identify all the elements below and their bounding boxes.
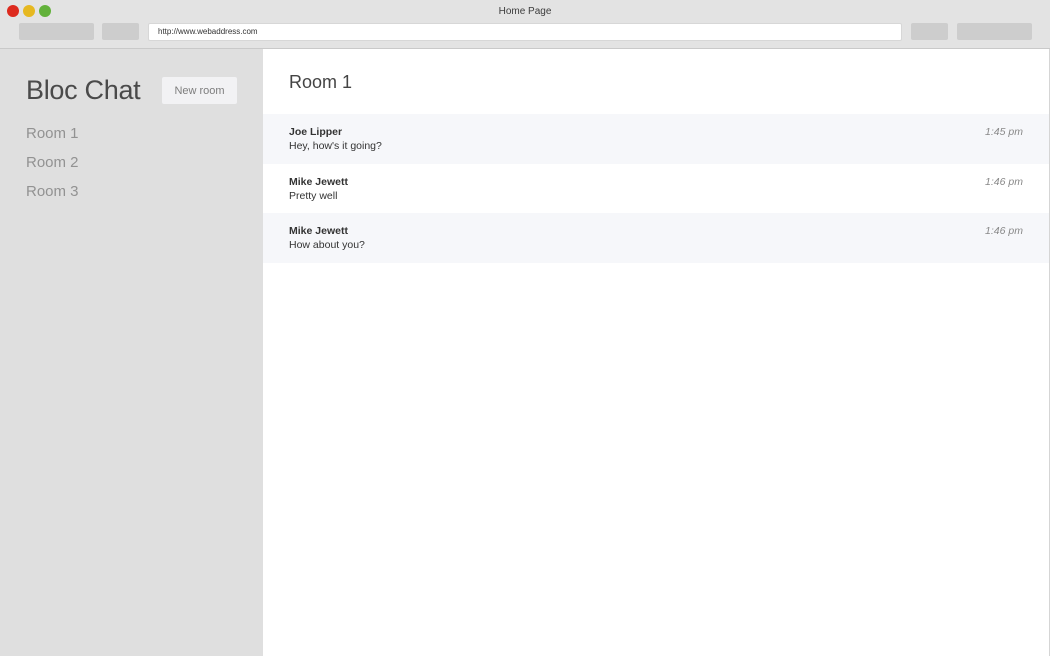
app-title: Bloc Chat	[26, 75, 141, 105]
message-item: Mike Jewett Pretty well 1:46 pm	[263, 164, 1049, 214]
room-item-3[interactable]: Room 3	[26, 183, 79, 212]
room-title: Room 1	[289, 72, 353, 92]
new-room-button[interactable]: New room	[162, 77, 237, 104]
message-item: Joe Lipper Hey, how's it going? 1:45 pm	[263, 114, 1049, 164]
toolbar-placeholder-button-3[interactable]	[911, 23, 948, 40]
room-list: Room 1 Room 2 Room 3	[26, 125, 79, 212]
window-title: Home Page	[498, 6, 552, 17]
message-text: Pretty well	[289, 189, 338, 202]
message-username: Mike Jewett	[289, 225, 348, 237]
browser-window: Home Page http://www.webaddress.com Bloc…	[0, 0, 1050, 656]
message-text: How about you?	[289, 239, 365, 251]
browser-chrome: Home Page http://www.webaddress.com	[0, 0, 1050, 49]
toolbar-placeholder-button-4[interactable]	[957, 23, 1032, 40]
sidebar: Bloc Chat New room Room 1 Room 2 Room 3	[0, 49, 263, 656]
message-username: Mike Jewett	[289, 175, 348, 188]
message-time: 1:46 pm	[985, 175, 1023, 188]
toolbar-placeholder-button-2[interactable]	[102, 23, 139, 40]
message-username: Joe Lipper	[289, 126, 343, 138]
room-item-1[interactable]: Room 1	[26, 125, 79, 154]
message-time: 1:46 pm	[985, 225, 1023, 237]
message-list: Joe Lipper Hey, how's it going? 1:45 pm …	[263, 114, 1049, 263]
message-text: Hey, how's it going?	[289, 140, 382, 152]
message-item: Mike Jewett How about you? 1:46 pm	[263, 213, 1049, 263]
toolbar-placeholder-button-1[interactable]	[19, 23, 94, 40]
chat-main: Room 1 Joe Lipper Hey, how's it going? 1…	[263, 49, 1049, 656]
room-item-2[interactable]: Room 2	[26, 154, 79, 183]
address-bar[interactable]: http://www.webaddress.com	[148, 23, 902, 41]
message-time: 1:45 pm	[985, 126, 1023, 138]
